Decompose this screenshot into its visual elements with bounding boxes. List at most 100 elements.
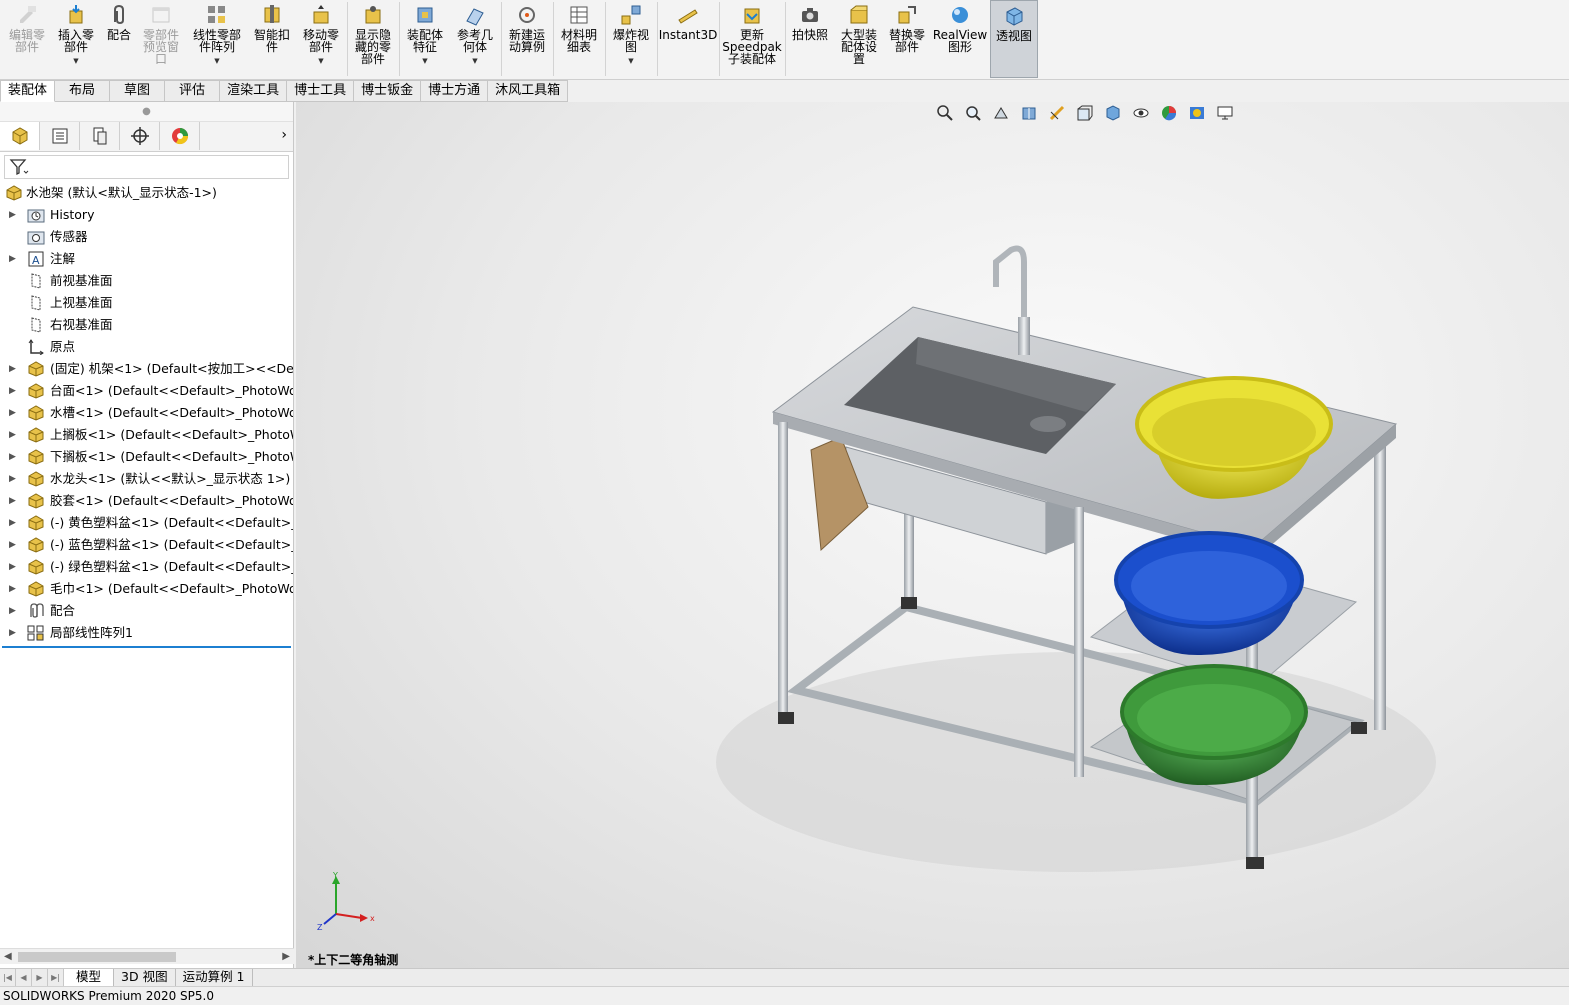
ribbon-separator xyxy=(719,2,720,76)
exploded-view-button[interactable]: 爆炸视 图 ▼ xyxy=(608,4,654,76)
edit-component-button[interactable]: 编辑零 部件 xyxy=(4,4,50,76)
replace-components-button[interactable]: 替换零 部件 xyxy=(884,4,930,76)
reference-geometry-button[interactable]: 参考几 何体 ▼ xyxy=(452,4,498,76)
assembly-features-button[interactable]: 装配体 特征 ▼ xyxy=(402,4,448,76)
tree-item-sink[interactable]: ▶ 水槽<1> (Default<<Default>_PhotoWorks xyxy=(0,402,293,424)
tree-item-top-plane[interactable]: 上视基准面 xyxy=(0,292,293,314)
tab-render-tools[interactable]: 渲染工具 xyxy=(220,80,288,102)
tree-item-green-basin[interactable]: ▶ (-) 绿色塑料盆<1> (Default<<Default>_Pho xyxy=(0,556,293,578)
previous-tab-icon[interactable]: ◀ xyxy=(16,969,32,986)
tab-sketch[interactable]: 草图 xyxy=(110,80,166,102)
tree-item-history[interactable]: ▶ History xyxy=(0,204,293,226)
expand-arrow-icon[interactable]: ▶ xyxy=(9,534,16,556)
command-manager-tabs: 装配体 布局 草图 评估 渲染工具 博士工具 博士钣金 博士方通 沐风工具箱 xyxy=(0,80,569,102)
feature-tree-filter[interactable] xyxy=(4,155,289,179)
chevron-down-icon[interactable]: ▼ xyxy=(318,55,323,67)
expand-arrow-icon[interactable]: ▶ xyxy=(9,556,16,578)
chevron-down-icon[interactable]: ▼ xyxy=(472,55,477,67)
expand-arrow-icon[interactable]: ▶ xyxy=(9,622,16,644)
move-component-button[interactable]: 移动零 部件 ▼ xyxy=(298,4,344,76)
chevron-down-icon[interactable]: ▼ xyxy=(214,55,219,67)
tab-motion-study-1[interactable]: 运动算例 1 xyxy=(176,969,253,986)
tab-mufeng-toolbox[interactable]: 沐风工具箱 xyxy=(488,80,569,102)
tree-item-front-plane[interactable]: 前视基准面 xyxy=(0,270,293,292)
tab-3d-views[interactable]: 3D 视图 xyxy=(114,969,176,986)
tab-boshi-tools[interactable]: 博士工具 xyxy=(287,80,355,102)
assembly-icon xyxy=(28,559,44,575)
scrollbar-thumb[interactable] xyxy=(18,952,176,962)
graphics-viewport[interactable]: Y x Z *上下二等角轴测 xyxy=(296,102,1569,968)
tab-dimxpert-manager[interactable] xyxy=(120,122,160,150)
perspective-view-button[interactable]: 透视图 xyxy=(990,0,1038,78)
tab-property-manager[interactable] xyxy=(40,122,80,150)
tree-item-annotations[interactable]: ▶ A 注解 xyxy=(0,248,293,270)
tree-item-faucet[interactable]: ▶ 水龙头<1> (默认<<默认>_显示状态 1>) xyxy=(0,468,293,490)
scroll-right-icon[interactable]: ▶ xyxy=(282,949,290,965)
chevron-down-icon[interactable]: ▼ xyxy=(73,55,78,67)
expand-arrow-icon[interactable]: ▶ xyxy=(9,204,16,226)
rollback-bar[interactable] xyxy=(2,646,291,648)
tab-model[interactable]: 模型 xyxy=(64,969,115,986)
expand-arrow-icon[interactable]: ▶ xyxy=(9,578,16,600)
smart-fasteners-button[interactable]: 智能扣 件 xyxy=(250,4,294,76)
chevron-down-icon[interactable]: ▼ xyxy=(628,55,633,67)
tree-item-lower-shelf[interactable]: ▶ 下搁板<1> (Default<<Default>_PhotoWor xyxy=(0,446,293,468)
first-tab-icon[interactable]: |◀ xyxy=(0,969,16,986)
tree-item-origin[interactable]: 原点 xyxy=(0,336,293,358)
expand-arrow-icon[interactable]: ▶ xyxy=(9,512,16,534)
expand-arrow-icon[interactable]: ▶ xyxy=(9,358,16,380)
large-assembly-icon xyxy=(850,5,868,24)
panel-resize-grip[interactable]: ● xyxy=(0,102,293,122)
large-assembly-settings-button[interactable]: 大型装 配体设 置 xyxy=(836,4,882,76)
scroll-left-icon[interactable]: ◀ xyxy=(4,949,12,965)
tree-item-right-plane[interactable]: 右视基准面 xyxy=(0,314,293,336)
update-speedpak-button[interactable]: 更新 Speedpak 子装配体 xyxy=(722,4,782,76)
insert-component-button[interactable]: 插入零 部件 ▼ xyxy=(54,4,98,76)
realview-graphics-button[interactable]: RealView 图形 xyxy=(933,4,987,76)
tree-item-local-linear-pattern[interactable]: ▶ 局部线性阵列1 xyxy=(0,622,293,644)
tab-feature-manager[interactable] xyxy=(0,122,40,150)
expand-arrow-icon[interactable]: ▶ xyxy=(9,490,16,512)
feature-tree-horizontal-scrollbar[interactable]: ◀ ▶ xyxy=(0,948,294,964)
linear-component-pattern-button[interactable]: 线性零部 件阵列 ▼ xyxy=(188,4,246,76)
tab-assembly[interactable]: 装配体 xyxy=(0,80,56,102)
tab-layout[interactable]: 布局 xyxy=(55,80,111,102)
tree-item-upper-shelf[interactable]: ▶ 上搁板<1> (Default<<Default>_PhotoWor xyxy=(0,424,293,446)
expand-arrow-icon[interactable]: ▶ xyxy=(9,380,16,402)
tab-boshi-tube[interactable]: 博士方通 xyxy=(421,80,489,102)
tree-item-sensors[interactable]: 传感器 xyxy=(0,226,293,248)
reference-triad: Y x Z xyxy=(317,872,375,932)
tree-item-yellow-basin[interactable]: ▶ (-) 黄色塑料盆<1> (Default<<Default>_Pho xyxy=(0,512,293,534)
tree-item-frame[interactable]: ▶ (固定) 机架<1> (Default<按加工><<Defaul xyxy=(0,358,293,380)
mate-button[interactable]: 配合 xyxy=(102,4,136,76)
expand-arrow-icon[interactable]: ▶ xyxy=(9,248,16,270)
take-snapshot-button[interactable]: 拍快照 xyxy=(788,4,832,76)
bill-of-materials-button[interactable]: 材料明 细表 xyxy=(556,4,602,76)
annotation-icon: A xyxy=(28,251,44,267)
instant3d-button[interactable]: Instant3D xyxy=(659,4,717,76)
expand-arrow-icon[interactable]: ▶ xyxy=(9,600,16,622)
next-tab-icon[interactable]: ▶ xyxy=(32,969,48,986)
tree-item-countertop[interactable]: ▶ 台面<1> (Default<<Default>_PhotoWorks xyxy=(0,380,293,402)
chevron-down-icon[interactable]: ▼ xyxy=(422,55,427,67)
tab-display-manager[interactable] xyxy=(160,122,200,150)
new-motion-study-button[interactable]: 新建运 动算例 xyxy=(504,4,550,76)
expand-arrow-icon[interactable]: ▶ xyxy=(9,402,16,424)
tree-item-rubber-sleeve[interactable]: ▶ 胶套<1> (Default<<Default>_PhotoWorks xyxy=(0,490,293,512)
expand-arrow-icon[interactable]: ▶ xyxy=(9,446,16,468)
last-tab-icon[interactable]: ▶| xyxy=(48,969,64,986)
tree-item-towel[interactable]: ▶ 毛巾<1> (Default<<Default>_PhotoWorks xyxy=(0,578,293,600)
tab-evaluate[interactable]: 评估 xyxy=(165,80,221,102)
tree-root-assembly[interactable]: 水池架 (默认<默认_显示状态-1>) xyxy=(0,182,293,204)
component-preview-window-button[interactable]: 零部件 预览窗 口 xyxy=(138,4,184,76)
chevron-right-icon[interactable]: › xyxy=(281,127,287,143)
show-hidden-components-button[interactable]: 显示隐 藏的零 部件 xyxy=(350,4,396,76)
expand-arrow-icon[interactable]: ▶ xyxy=(9,468,16,490)
tab-boshi-sheetmetal[interactable]: 博士钣金 xyxy=(354,80,422,102)
sink-rack-model[interactable] xyxy=(296,102,1569,968)
tree-item-blue-basin[interactable]: ▶ (-) 蓝色塑料盆<1> (Default<<Default>_Pho xyxy=(0,534,293,556)
tree-item-mates[interactable]: ▶ 配合 xyxy=(0,600,293,622)
expand-arrow-icon[interactable]: ▶ xyxy=(9,424,16,446)
tab-configuration-manager[interactable] xyxy=(80,122,120,150)
display-manager-pie-icon xyxy=(171,128,188,145)
